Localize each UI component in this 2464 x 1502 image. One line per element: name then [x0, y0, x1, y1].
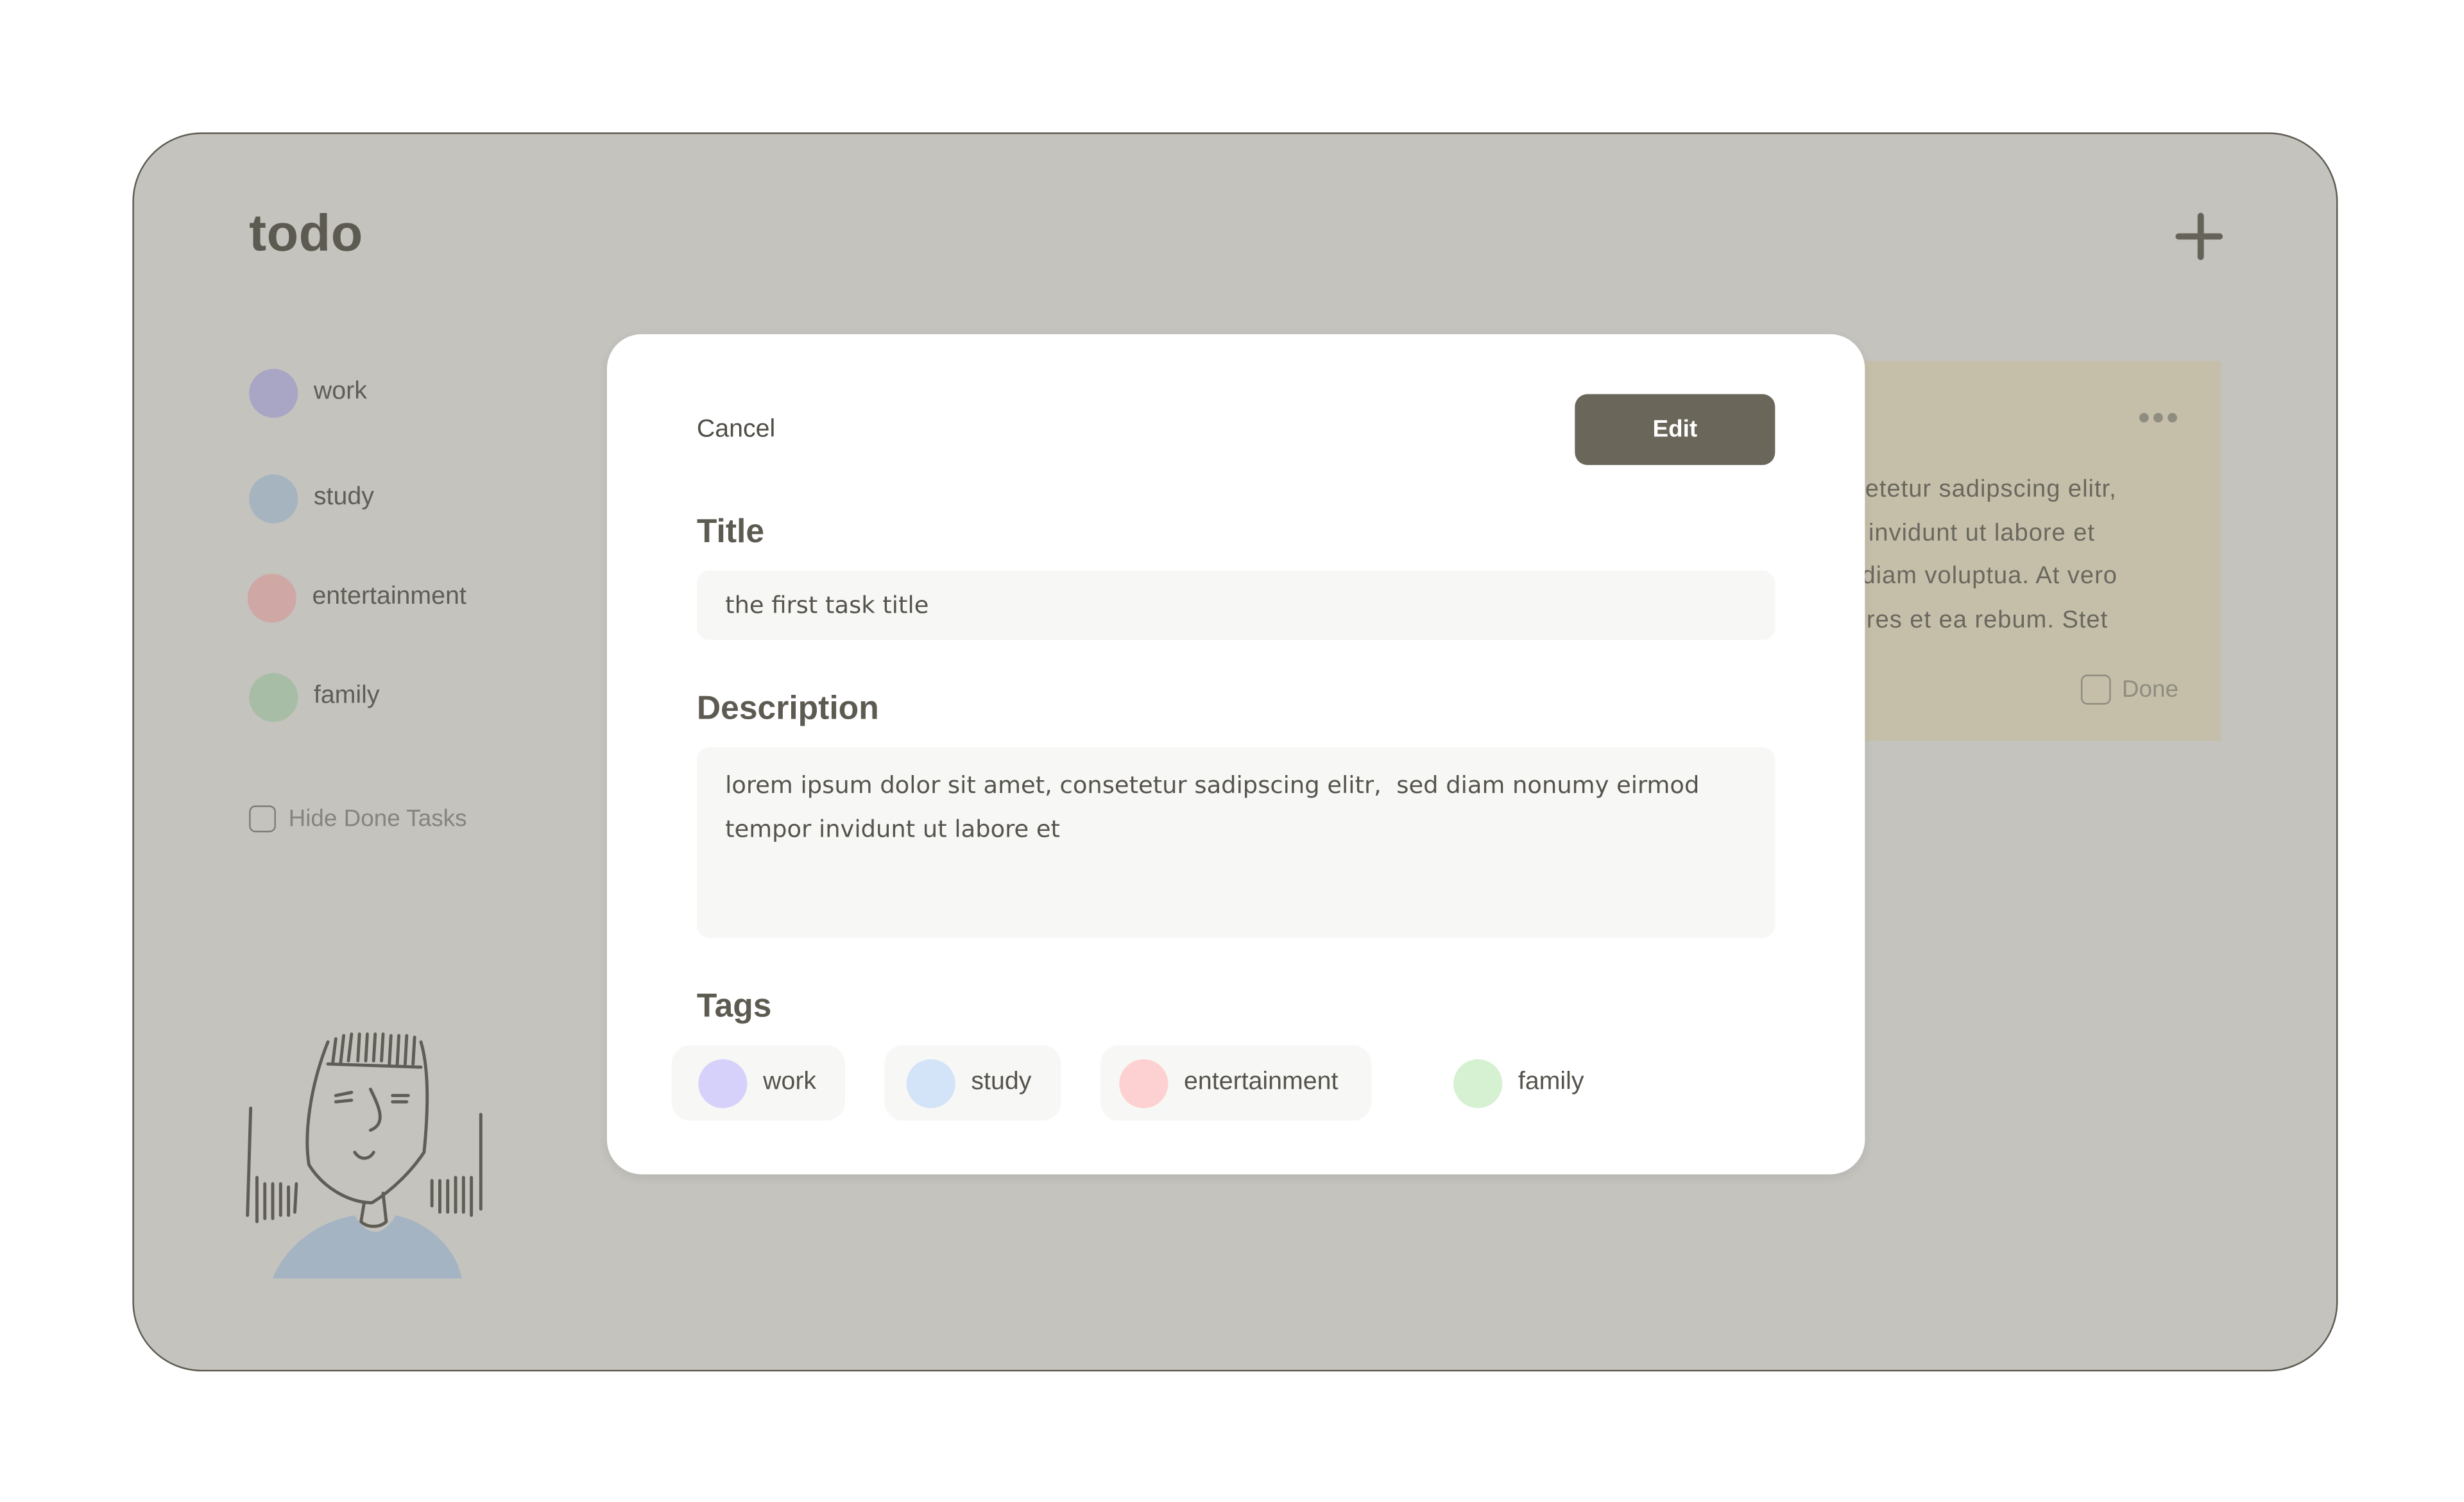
tag-label: study: [971, 1068, 1032, 1096]
tag-chip-family[interactable]: family: [1426, 1045, 1600, 1121]
hide-done-toggle[interactable]: Hide Done Tasks: [249, 805, 467, 833]
tag-chip-study[interactable]: study: [884, 1045, 1061, 1121]
hide-done-checkbox[interactable]: [249, 805, 276, 833]
tag-color-dot: [906, 1058, 955, 1107]
sidebar-item-label: study: [313, 484, 374, 511]
sidebar-item-study[interactable]: study: [249, 472, 374, 525]
sidebar-item-label: work: [313, 378, 367, 405]
task-card-line: r invidunt ut labore et: [1852, 519, 2095, 547]
task-card-description: setetur sadipscing elitr, r invidunt ut …: [1852, 468, 2118, 642]
done-checkbox[interactable]: [2080, 674, 2111, 705]
tag-label: entertainment: [1184, 1068, 1339, 1096]
tag-label: work: [763, 1068, 817, 1096]
task-done-toggle[interactable]: Done: [2080, 674, 2178, 705]
tag-chip-entertainment[interactable]: entertainment: [1100, 1045, 1372, 1121]
avatar-illustration: [246, 1032, 483, 1279]
tag-color-dot: [698, 1058, 748, 1107]
ellipsis-icon[interactable]: [2137, 410, 2178, 426]
tags-label: Tags: [696, 988, 772, 1025]
hide-done-label: Hide Done Tasks: [288, 805, 467, 833]
add-task-button[interactable]: [2172, 210, 2226, 264]
sidebar-item-label: family: [313, 682, 380, 710]
description-label: Description: [696, 690, 879, 727]
sidebar-item-family[interactable]: family: [249, 670, 380, 724]
tag-label: family: [1518, 1068, 1584, 1096]
sidebar-item-entertainment[interactable]: entertainment: [247, 570, 466, 624]
title-label: Title: [696, 513, 765, 550]
description-field[interactable]: lorem ipsum dolor sit amet, consetetur s…: [696, 747, 1775, 938]
tag-color-dot: [249, 474, 298, 523]
sidebar-item-label: entertainment: [312, 583, 466, 610]
tag-chip-work[interactable]: work: [671, 1045, 845, 1121]
tag-color-dot: [1119, 1058, 1168, 1107]
title-field[interactable]: [696, 570, 1775, 640]
tag-color-dot: [1453, 1058, 1503, 1107]
sidebar-item-work[interactable]: work: [249, 366, 367, 420]
tag-color-dot: [249, 672, 298, 721]
edit-button[interactable]: Edit: [1575, 394, 1775, 465]
app-title: todo: [249, 203, 363, 262]
tag-color-dot: [247, 573, 296, 622]
task-card-line: ores et ea rebum. Stet: [1852, 606, 2109, 633]
task-card-line: setetur sadipscing elitr,: [1852, 475, 2117, 503]
done-label: Done: [2121, 676, 2178, 703]
task-card-line: diam voluptua. At vero: [1861, 563, 2118, 590]
tag-color-dot: [249, 368, 298, 417]
cancel-button[interactable]: Cancel: [697, 416, 775, 445]
edit-task-modal: Cancel Edit Title Description lorem ipsu…: [606, 334, 1865, 1175]
